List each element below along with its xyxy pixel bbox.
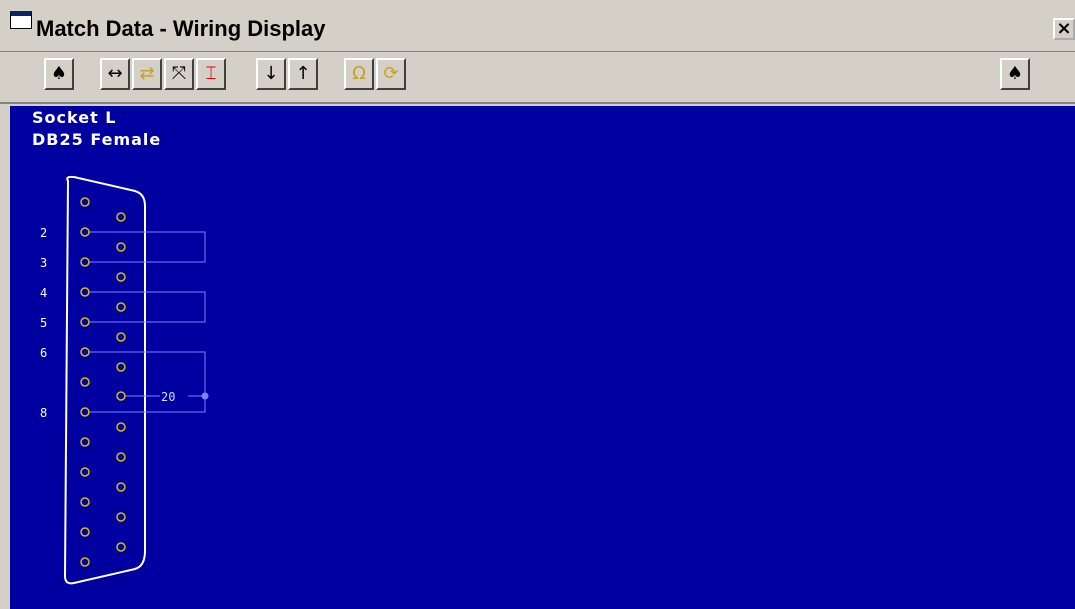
rotate-button[interactable]: ⟳ (376, 58, 406, 90)
pin-16 (116, 272, 126, 282)
pin-4 (80, 287, 90, 297)
pin-label-3: 3 (40, 256, 47, 270)
pin-23 (116, 482, 126, 492)
wire-2-3 (88, 231, 206, 263)
pin-3 (80, 257, 90, 267)
wire-4-5 (88, 291, 206, 323)
swap-icon: ⇄ (139, 63, 155, 84)
pin-25 (116, 542, 126, 552)
pin-label-5: 5 (40, 316, 47, 330)
toolbar: ♠ ↔ ⇄ ⤧ ⌶ ↓ ↑ Ω ⟳ ♠ (0, 52, 1075, 104)
pin-label-2: 2 (40, 226, 47, 240)
connector-icon: ♠ (50, 63, 68, 84)
pin-6 (80, 347, 90, 357)
arrow-up-button[interactable]: ↑ (288, 58, 318, 90)
expand-button[interactable]: ⤧ (164, 58, 194, 90)
stretch-horizontal-button[interactable]: ↔ (100, 58, 130, 90)
wires (88, 231, 206, 413)
stretch-icon: ↔ (107, 63, 123, 84)
title-bar[interactable]: Match Data - Wiring Display × (0, 0, 1075, 52)
pin-19 (116, 362, 126, 372)
pin-10 (80, 467, 90, 477)
pin-18 (116, 332, 126, 342)
pin-label-4: 4 (40, 286, 47, 300)
pin-20 (116, 391, 126, 401)
junction-dot (201, 392, 209, 400)
connector-outline (63, 175, 146, 585)
close-icon: × (1056, 18, 1072, 39)
ohm-button[interactable]: Ω (344, 58, 374, 90)
wire-highlight-icon: ⌶ (205, 63, 217, 84)
pin-21 (116, 422, 126, 432)
pin-24 (116, 512, 126, 522)
pin-7 (80, 377, 90, 387)
pin-5 (80, 317, 90, 327)
ohm-icon: Ω (352, 63, 366, 84)
wiring-canvas[interactable]: Socket L DB25 Female 2 3 4 5 6 8 20 (10, 106, 1075, 609)
pin-15 (116, 242, 126, 252)
pin-11 (80, 497, 90, 507)
pins-row1 (80, 197, 90, 567)
pin-17 (116, 302, 126, 312)
db25-diagram: 2 3 4 5 6 8 20 (40, 175, 209, 585)
pin-14 (116, 212, 126, 222)
pin-13 (80, 557, 90, 567)
jumper-label: 20 (161, 390, 175, 404)
pin-22 (116, 452, 126, 462)
wire-highlight-button[interactable]: ⌶ (196, 58, 226, 90)
pins-row2 (116, 212, 126, 552)
connector-left-button[interactable]: ♠ (44, 58, 74, 90)
pin-1 (80, 197, 90, 207)
rotate-icon: ⟳ (383, 63, 399, 84)
arrow-down-icon: ↓ (263, 63, 279, 84)
window-title: Match Data - Wiring Display (36, 16, 326, 41)
window-icon[interactable] (10, 11, 32, 29)
pin-12 (80, 527, 90, 537)
expand-icon: ⤧ (171, 63, 187, 84)
pin-label-6: 6 (40, 346, 47, 360)
wire-6-8 (88, 351, 206, 413)
pin-9 (80, 437, 90, 447)
arrow-down-button[interactable]: ↓ (256, 58, 286, 90)
pin-8 (80, 407, 90, 417)
connector-icon: ♠ (1006, 63, 1024, 84)
pin-2 (80, 227, 90, 237)
close-button[interactable]: × (1053, 18, 1075, 40)
swap-button[interactable]: ⇄ (132, 58, 162, 90)
connector-right-button[interactable]: ♠ (1000, 58, 1030, 90)
arrow-up-icon: ↑ (295, 63, 311, 84)
pin-label-8: 8 (40, 406, 47, 420)
